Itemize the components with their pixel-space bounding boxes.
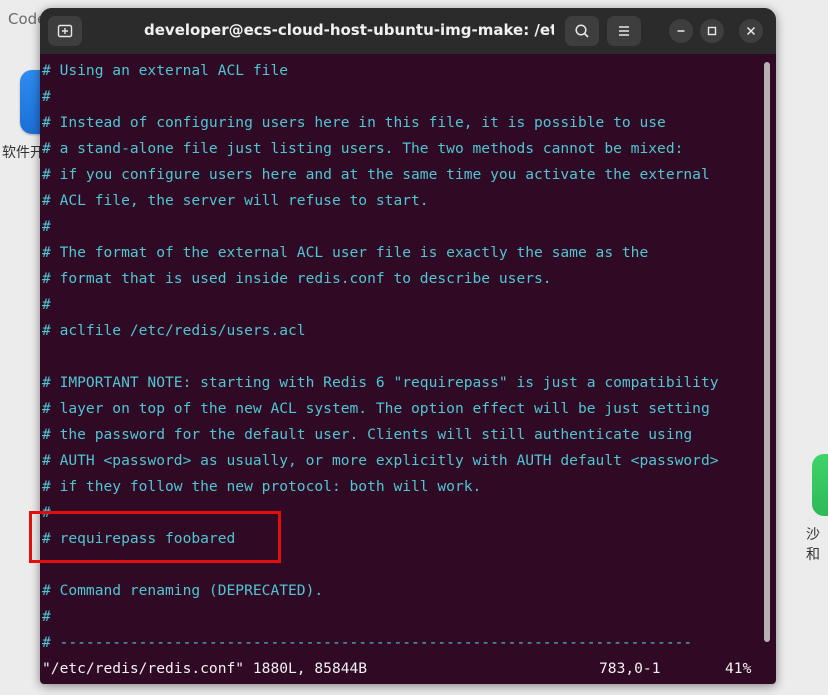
terminal-line: # Instead of configuring users here in t… (42, 114, 666, 131)
terminal-line: # if they follow the new protocol: both … (42, 478, 482, 495)
terminal-line: # AUTH <password> as usually, or more ex… (42, 452, 719, 469)
terminal-line: # The format of the external ACL user fi… (42, 244, 649, 261)
terminal-line: # if you configure users here and at the… (42, 166, 710, 183)
hamburger-menu-icon (619, 26, 629, 36)
window-title: developer@ecs-cloud-host-ubuntu-img-make… (144, 21, 554, 39)
new-tab-icon (57, 24, 73, 38)
close-icon (746, 26, 756, 36)
terminal-line: # (42, 218, 51, 235)
minimize-button[interactable] (669, 19, 693, 43)
terminal-line: # Command renaming (DEPRECATED). (42, 582, 324, 599)
terminal-line: # format that is used inside redis.conf … (42, 270, 552, 287)
desktop-icon-label-right: 沙和 (806, 527, 820, 563)
terminal-line: # IMPORTANT NOTE: starting with Redis 6 … (42, 374, 719, 391)
maximize-button[interactable] (700, 19, 724, 43)
title-bar[interactable]: developer@ecs-cloud-host-ubuntu-img-make… (40, 8, 776, 54)
menu-button[interactable] (607, 16, 641, 46)
status-cursor-position: 783,0-1 (599, 660, 661, 677)
terminal-line: # (42, 608, 51, 625)
terminal-line: # (42, 296, 51, 313)
terminal-window: developer@ecs-cloud-host-ubuntu-img-make… (40, 8, 776, 684)
status-file-info: "/etc/redis/redis.conf" 1880L, 85844B (42, 660, 368, 677)
terminal-line: # the password for the default user. Cli… (42, 426, 693, 443)
close-button[interactable] (739, 19, 763, 43)
terminal-line: # aclfile /etc/redis/users.acl (42, 322, 306, 339)
terminal-content[interactable]: # Using an external ACL file # # Instead… (40, 54, 776, 684)
highlight-box (29, 511, 281, 563)
search-button[interactable] (565, 16, 599, 46)
terminal-line: # Using an external ACL file (42, 62, 289, 79)
terminal-line: # ACL file, the server will refuse to st… (42, 192, 429, 209)
terminal-line: # layer on top of the new ACL system. Th… (42, 400, 710, 417)
status-scroll-percent: 41% (725, 660, 752, 677)
minimize-icon (677, 30, 685, 32)
terminal-line: # a stand-alone file just listing users.… (42, 140, 684, 157)
terminal-line: # (42, 88, 51, 105)
desktop-icon-label: 软件开 (2, 145, 44, 161)
terminal-line: # --------------------------------------… (42, 634, 693, 651)
search-icon (575, 24, 589, 38)
scrollbar[interactable] (764, 62, 770, 642)
desktop-app-icon-right[interactable] (812, 454, 828, 516)
new-tab-button[interactable] (48, 16, 82, 46)
maximize-icon (707, 26, 717, 36)
